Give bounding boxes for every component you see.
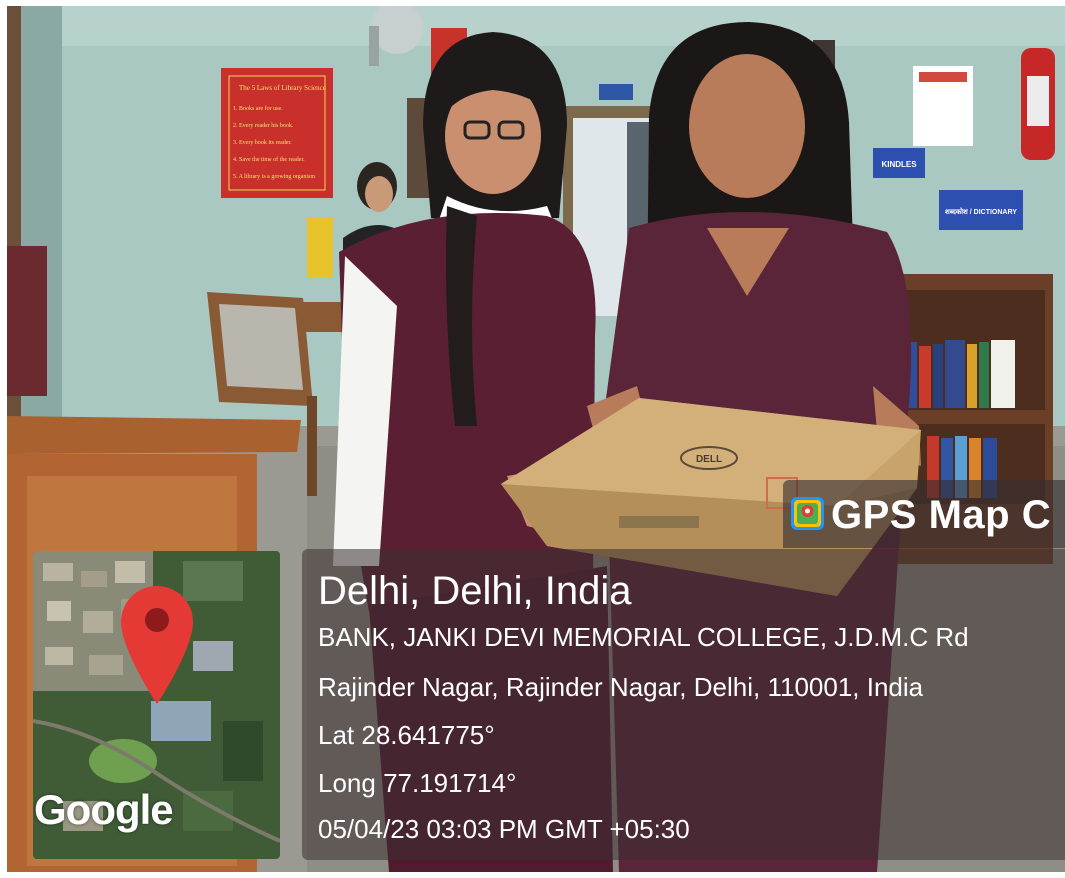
box-brand: DELL (696, 454, 722, 465)
svg-text:1. Books are for use.: 1. Books are for use. (233, 105, 283, 112)
longitude: Long 77.191714° (318, 768, 517, 798)
gps-map-camera-icon (791, 497, 824, 530)
city-line: Delhi, Delhi, India (318, 569, 632, 613)
gps-app-title: GPS Map C (831, 493, 1052, 537)
dictionary-sign: शब्दकोश / DICTIONARY (945, 207, 1017, 216)
address-line-2: Rajinder Nagar, Rajinder Nagar, Delhi, 1… (318, 672, 924, 702)
kindles-sign: KINDLES (881, 160, 917, 169)
timestamp: 05/04/23 03:03 PM GMT +05:30 (318, 814, 690, 844)
svg-text:4. Save the time of the reader: 4. Save the time of the reader. (233, 156, 305, 163)
svg-text:3. Every book its reader.: 3. Every book its reader. (233, 140, 292, 146)
svg-text:2. Every reader his book.: 2. Every reader his book. (233, 123, 294, 129)
svg-text:5. A library is a growing orga: 5. A library is a growing organism (233, 174, 315, 180)
gps-map-camera-banner: GPS Map C (783, 480, 1065, 548)
map-pin-icon (121, 586, 193, 704)
svg-text:The 5 Laws of Library Science: The 5 Laws of Library Science (239, 84, 326, 92)
google-logo: Google (34, 786, 174, 833)
latitude: Lat 28.641775° (318, 720, 495, 750)
address-line-1: BANK, JANKI DEVI MEMORIAL COLLEGE, J.D.M… (318, 622, 969, 652)
